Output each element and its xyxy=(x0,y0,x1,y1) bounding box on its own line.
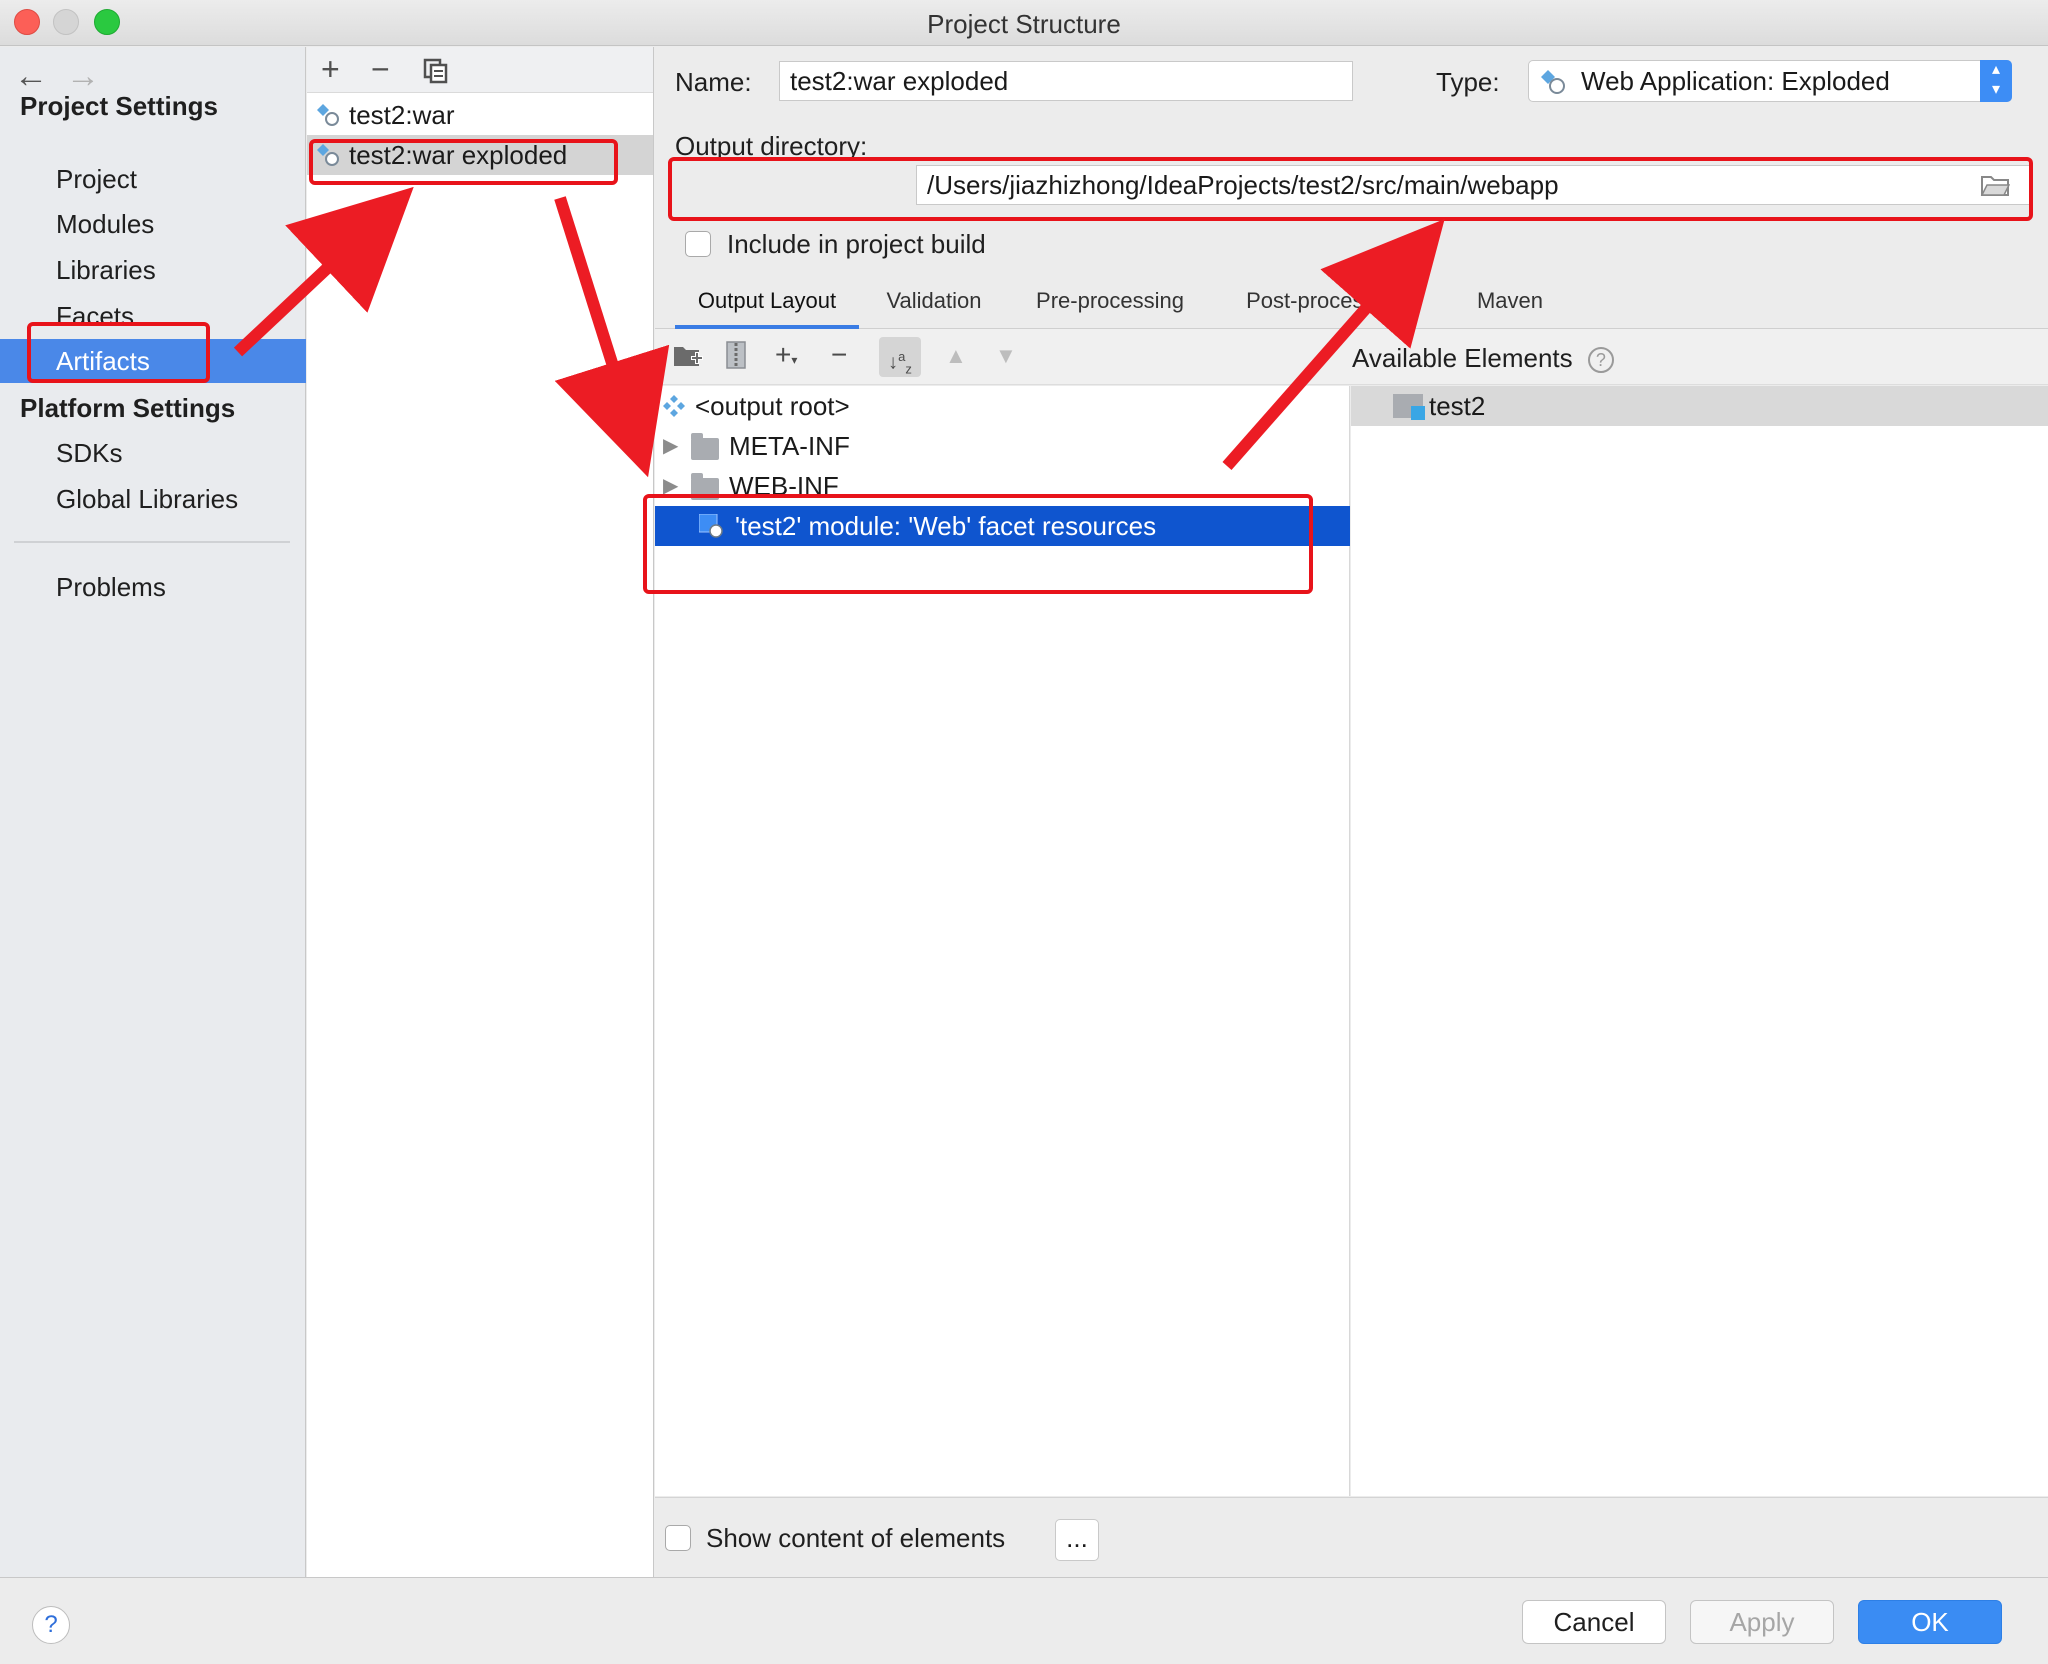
artifact-item-war-exploded[interactable]: test2:war exploded xyxy=(307,135,653,175)
artifact-label: test2:war xyxy=(349,100,455,130)
dialog-footer: ? Cancel Apply OK xyxy=(0,1577,2048,1664)
platform-settings-header: Platform Settings xyxy=(20,393,236,423)
web-app-icon xyxy=(1541,70,1565,94)
tab-pre-processing[interactable]: Pre-processing xyxy=(1015,279,1205,329)
sidebar-item-problems[interactable]: Problems xyxy=(0,565,306,609)
artifact-item-war[interactable]: test2:war xyxy=(307,95,653,135)
artifact-icon xyxy=(317,144,339,166)
tree-label: META-INF xyxy=(729,431,850,461)
type-select[interactable]: Web Application: Exploded ▴ ▾ xyxy=(1528,60,2012,102)
web-facet-icon xyxy=(699,514,723,538)
show-content-label: Show content of elements xyxy=(706,1523,1006,1553)
folder-icon xyxy=(691,473,719,500)
expand-triangle-icon[interactable]: ▶ xyxy=(663,426,678,466)
tree-row-web-inf[interactable]: ▶ WEB-INF xyxy=(655,466,1350,506)
available-item-test2[interactable]: test2 xyxy=(1351,386,2048,426)
show-content-options-button[interactable]: ... xyxy=(1055,1519,1099,1561)
available-elements-title: Available Elements ? xyxy=(1352,343,1614,374)
name-field[interactable]: test2:war exploded xyxy=(779,61,1353,101)
type-value: Web Application: Exploded xyxy=(1581,66,1890,96)
artifact-label: test2:war exploded xyxy=(349,140,568,170)
artifact-editor: Name: test2:war exploded Type: Web Appli… xyxy=(655,47,2048,1577)
tree-row-output-root[interactable]: <output root> xyxy=(655,386,1350,426)
sidebar-divider xyxy=(14,541,290,543)
tree-row-meta-inf[interactable]: ▶ META-INF xyxy=(655,426,1350,466)
sidebar-item-facets[interactable]: Facets xyxy=(0,294,306,338)
tab-post-processing[interactable]: Post-processing xyxy=(1225,279,1425,329)
artifact-tabs: Output Layout Validation Pre-processing … xyxy=(655,279,2048,329)
available-item-label: test2 xyxy=(1429,391,1486,421)
add-icon[interactable]: + xyxy=(321,51,340,88)
folder-icon xyxy=(691,433,719,460)
apply-button[interactable]: Apply xyxy=(1690,1600,1834,1644)
sidebar-item-sdks[interactable]: SDKs xyxy=(0,431,306,475)
title-bar: Project Structure xyxy=(0,0,2048,46)
window-title: Project Structure xyxy=(927,9,1121,39)
help-button[interactable]: ? xyxy=(32,1606,70,1644)
sidebar-item-libraries[interactable]: Libraries xyxy=(0,248,306,292)
include-in-build-checkbox[interactable] xyxy=(685,231,711,257)
remove-icon[interactable]: − xyxy=(371,51,390,88)
layout-options-bar: Show content of elements ... xyxy=(655,1497,2048,1577)
ok-button[interactable]: OK xyxy=(1858,1600,2002,1644)
folder-browse-icon[interactable] xyxy=(1980,173,2011,202)
artifact-list-toolbar: + − xyxy=(307,47,653,93)
move-down-icon[interactable]: ▼ xyxy=(995,343,1017,369)
sidebar-item-global-libraries[interactable]: Global Libraries xyxy=(0,477,306,521)
add-copy-of-icon[interactable]: +▾ xyxy=(775,339,797,371)
copy-icon[interactable] xyxy=(423,55,449,92)
output-directory-field[interactable]: /Users/jiazhizhong/IdeaProjects/test2/sr… xyxy=(916,165,2030,205)
tab-validation[interactable]: Validation xyxy=(869,279,999,329)
output-root-icon xyxy=(663,395,685,417)
tree-label: 'test2' module: 'Web' facet resources xyxy=(735,511,1157,541)
type-label: Type: xyxy=(1436,67,1500,97)
module-icon xyxy=(1393,394,1425,420)
cancel-button[interactable]: Cancel xyxy=(1522,1600,1666,1644)
artifact-list-panel: + − test2:war test2:war exploded xyxy=(307,47,654,1577)
tab-output-layout[interactable]: Output Layout xyxy=(675,279,859,329)
tree-label: <output root> xyxy=(695,391,850,421)
create-directory-icon[interactable] xyxy=(673,343,703,375)
project-settings-header: Project Settings xyxy=(20,91,218,121)
sidebar-item-artifacts[interactable]: Artifacts xyxy=(0,339,306,383)
available-elements-label: Available Elements xyxy=(1352,343,1573,373)
help-icon[interactable]: ? xyxy=(1587,347,1614,374)
available-elements-panel: test2 xyxy=(1351,386,2048,1496)
remove-element-icon[interactable]: − xyxy=(831,339,847,371)
name-label: Name: xyxy=(675,67,752,97)
expand-triangle-icon[interactable]: ▶ xyxy=(663,466,678,506)
tab-maven[interactable]: Maven xyxy=(1455,279,1565,329)
sidebar-item-project[interactable]: Project xyxy=(0,157,306,201)
output-directory-value: /Users/jiazhizhong/IdeaProjects/test2/sr… xyxy=(927,170,1559,200)
create-archive-icon[interactable] xyxy=(725,341,747,376)
select-stepper-icon: ▴ ▾ xyxy=(1980,60,2012,102)
move-up-icon[interactable]: ▲ xyxy=(945,343,967,369)
output-directory-label: Output directory: xyxy=(675,131,868,161)
tree-row-facet-resources[interactable]: 'test2' module: 'Web' facet resources xyxy=(655,506,1350,546)
settings-sidebar: ← → Project Settings Project Modules Lib… xyxy=(0,47,306,1577)
include-in-build-label: Include in project build xyxy=(727,229,986,259)
artifact-icon xyxy=(317,104,339,126)
sidebar-item-modules[interactable]: Modules xyxy=(0,202,306,246)
show-content-checkbox[interactable] xyxy=(665,1525,691,1551)
tree-label: WEB-INF xyxy=(729,471,839,501)
output-layout-tree: <output root> ▶ META-INF ▶ WEB-INF 'test… xyxy=(655,386,1350,1496)
sort-elements-icon[interactable]: ↓az xyxy=(879,337,921,377)
